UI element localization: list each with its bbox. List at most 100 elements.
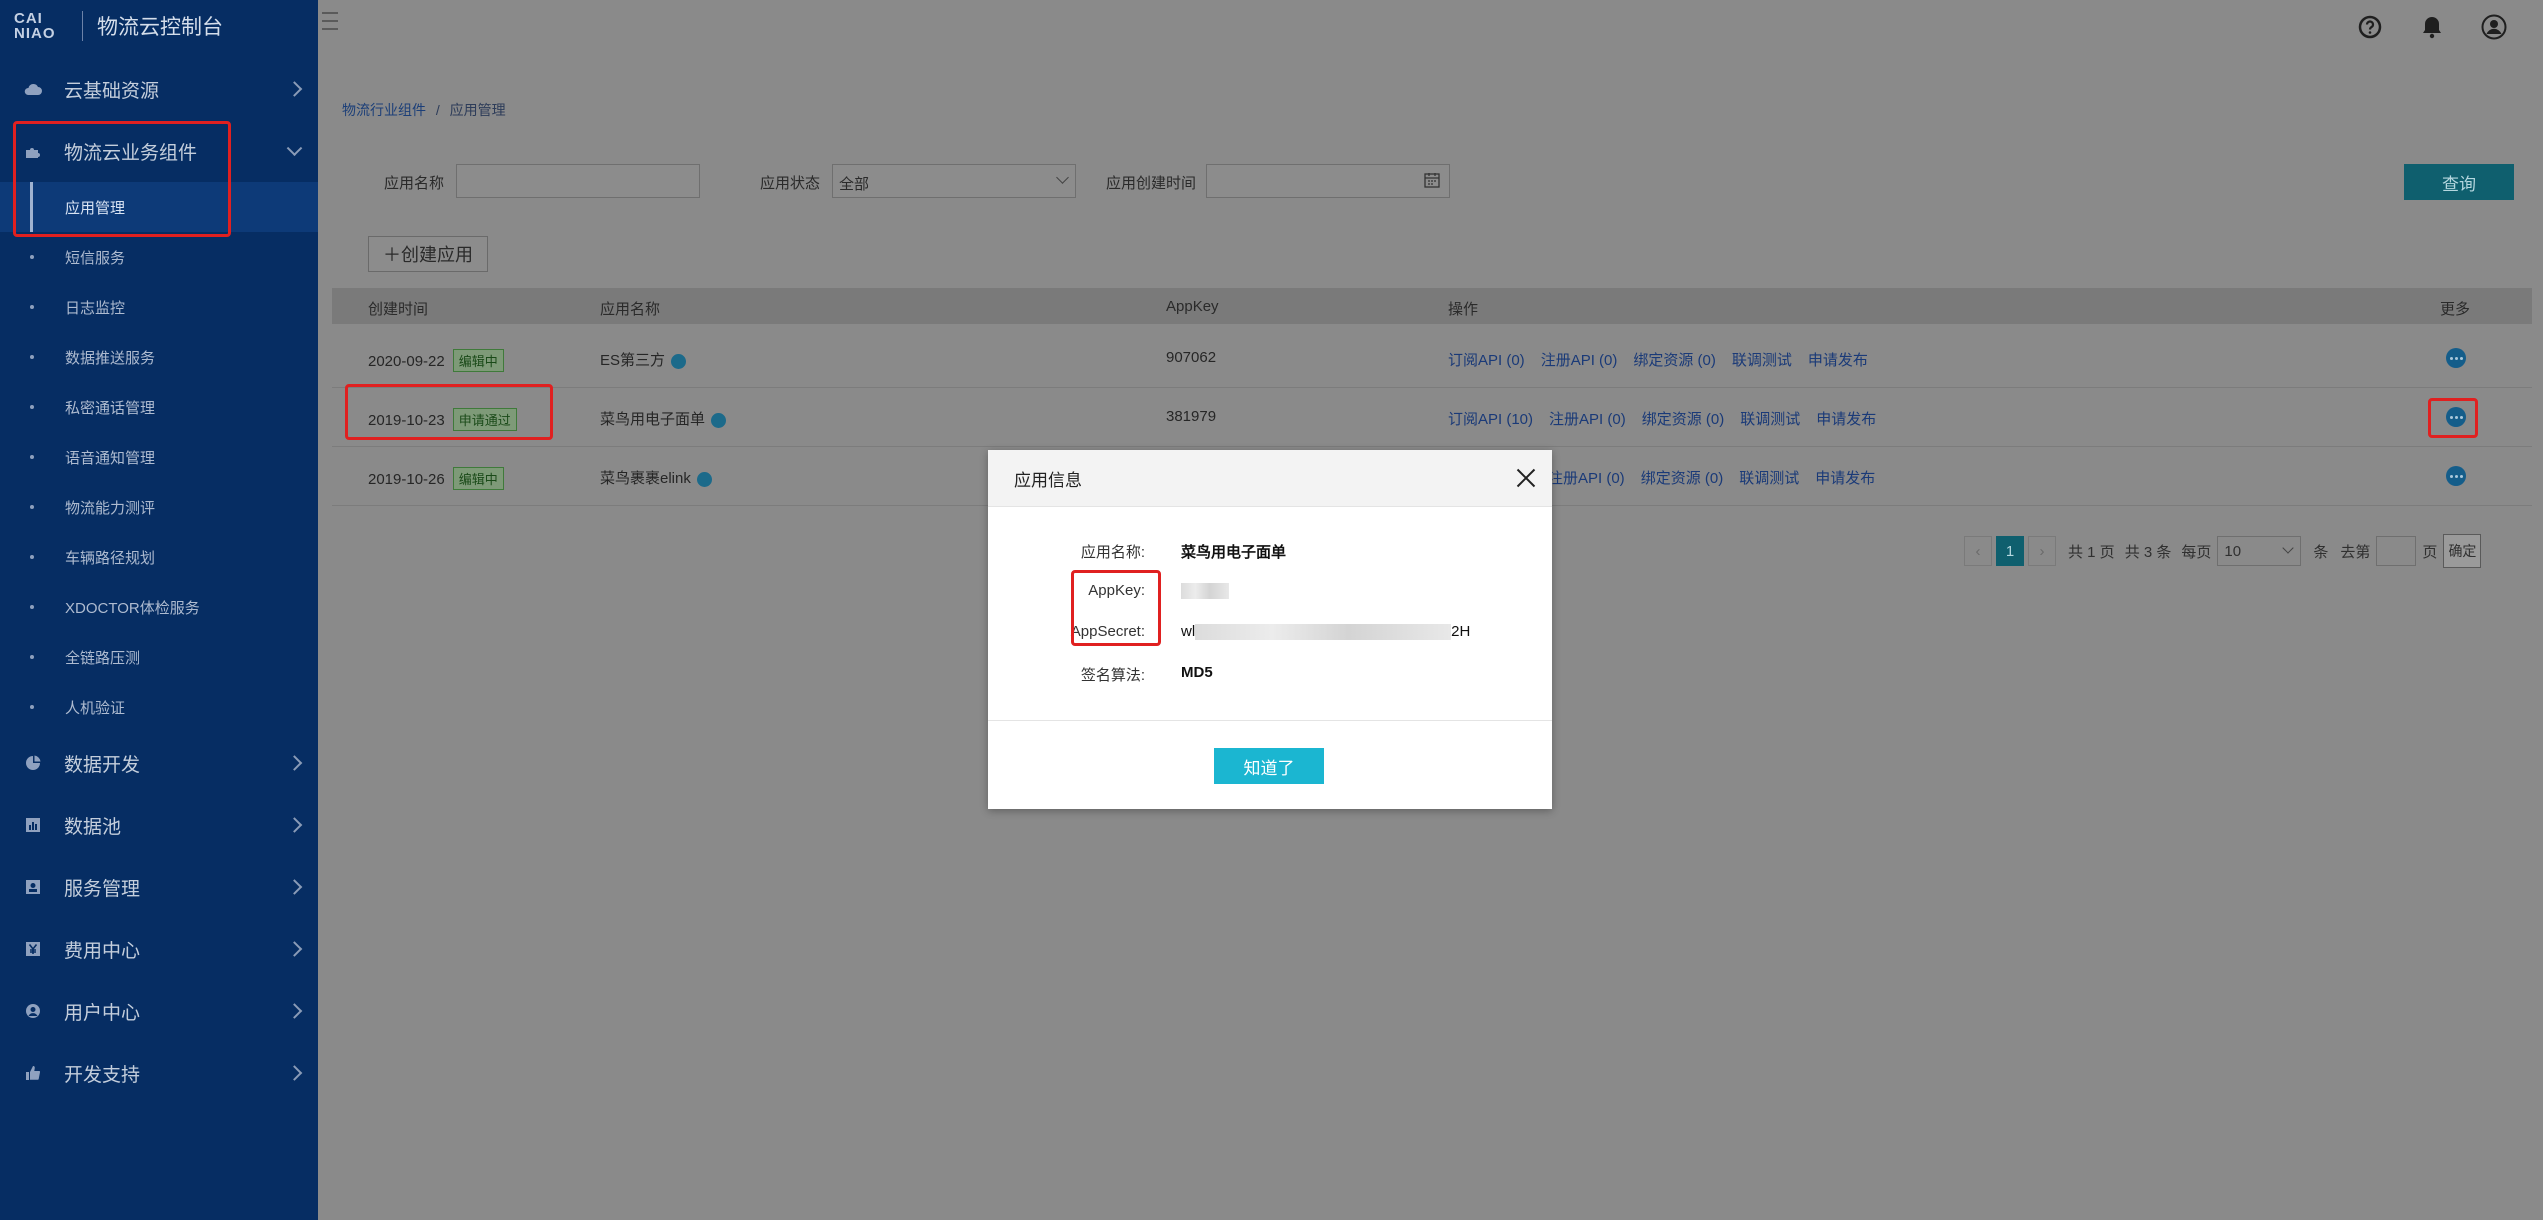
query-button[interactable]: 查询 bbox=[2404, 164, 2514, 200]
goto-confirm-button[interactable]: 确定 bbox=[2443, 534, 2482, 568]
app-name[interactable]: 菜鸟用电子面单 bbox=[600, 408, 727, 429]
app-name-input[interactable] bbox=[456, 164, 700, 198]
bind-resource-link[interactable]: 绑定资源 (0) bbox=[1633, 352, 1716, 369]
prev-page-button[interactable]: ‹ bbox=[1964, 536, 1992, 566]
sidebar-group-billing[interactable]: 费用中心 bbox=[0, 918, 318, 980]
sidebar-group-label: 开发支持 bbox=[64, 1064, 141, 1086]
subscribe-api-link[interactable]: 订阅API (0) bbox=[1448, 352, 1525, 369]
dialog-title: 应用信息 bbox=[1014, 470, 1082, 490]
sidebar-item-label: 数据推送服务 bbox=[65, 349, 156, 367]
sidebar-group-data-pool[interactable]: 数据池 bbox=[0, 794, 318, 856]
register-api-link[interactable]: 注册API (0) bbox=[1541, 352, 1618, 369]
next-page-button[interactable]: › bbox=[2028, 536, 2056, 566]
redacted-value: wl 2H bbox=[1181, 623, 1471, 641]
sidebar-item-label: 物流能力测评 bbox=[65, 499, 156, 517]
more-options-icon[interactable] bbox=[2446, 466, 2466, 486]
per-page-unit: 条 bbox=[2313, 543, 2329, 561]
app-status-label: 应用状态 bbox=[760, 175, 821, 192]
goto-label: 去第 bbox=[2340, 543, 2371, 561]
chevron-right-icon bbox=[286, 817, 303, 833]
got-it-button[interactable]: 知道了 bbox=[1214, 748, 1324, 784]
register-api-link[interactable]: 注册API (0) bbox=[1549, 411, 1626, 428]
sidebar-group-service-mgmt[interactable]: 服务管理 bbox=[0, 856, 318, 918]
sidebar-item-vehicle-route[interactable]: 车辆路径规划 bbox=[0, 532, 318, 582]
created-date-text: 2020-09-22 bbox=[368, 353, 445, 370]
app-name[interactable]: 菜鸟裹裹elink bbox=[600, 467, 712, 488]
created-time-input[interactable] bbox=[1206, 164, 1450, 198]
bind-resource-link[interactable]: 绑定资源 (0) bbox=[1641, 470, 1724, 487]
row-actions: 订阅API (0) 注册API (0) 绑定资源 (0) 联调测试 申请发布 bbox=[1448, 349, 1884, 370]
debug-test-link[interactable]: 联调测试 bbox=[1740, 411, 1800, 428]
sidebar-item-captcha[interactable]: 人机验证 bbox=[0, 682, 318, 732]
chevron-right-icon bbox=[286, 755, 303, 771]
chevron-right-icon bbox=[286, 941, 303, 957]
table-row: 2019-10-23 申请通过 菜鸟用电子面单 381979 订阅API (10)… bbox=[332, 388, 2532, 447]
close-icon[interactable] bbox=[1516, 468, 1536, 488]
total-items-text: 共 3 条 bbox=[2124, 543, 2172, 561]
sidebar-group-dev-support[interactable]: 开发支持 bbox=[0, 1042, 318, 1104]
sidebar-item-voice-notify[interactable]: 语音通知管理 bbox=[0, 432, 318, 482]
chevron-right-icon bbox=[286, 81, 303, 97]
apply-publish-link[interactable]: 申请发布 bbox=[1816, 411, 1876, 428]
app-name-text: 菜鸟用电子面单 bbox=[600, 411, 706, 428]
field-label: 应用名称: bbox=[1080, 544, 1145, 561]
goto-page-input[interactable] bbox=[2376, 536, 2417, 566]
breadcrumb-link[interactable]: 物流行业组件 bbox=[342, 102, 426, 118]
sidebar-item-label: 人机验证 bbox=[65, 699, 126, 717]
apply-publish-link[interactable]: 申请发布 bbox=[1815, 470, 1875, 487]
app-name-text: ES第三方 bbox=[600, 352, 666, 369]
apply-publish-link[interactable]: 申请发布 bbox=[1808, 352, 1868, 369]
sidebar-group-user-center[interactable]: 用户中心 bbox=[0, 980, 318, 1042]
create-app-button[interactable]: ＋创建应用 bbox=[368, 236, 488, 272]
column-header-created: 创建时间 bbox=[368, 301, 429, 318]
register-api-link[interactable]: 注册API (0) bbox=[1548, 470, 1625, 487]
more-options-icon[interactable] bbox=[2446, 348, 2466, 368]
bell-icon[interactable] bbox=[2417, 12, 2447, 42]
sidebar-item-xdoctor[interactable]: XDOCTOR体检服务 bbox=[0, 582, 318, 632]
help-icon[interactable] bbox=[2355, 12, 2385, 42]
sidebar-item-logistics-eval[interactable]: 物流能力测评 bbox=[0, 482, 318, 532]
subscribe-api-link[interactable]: 订阅API (10) bbox=[1448, 411, 1533, 428]
pagination: ‹ 1 › 共 1 页 共 3 条 每页 10 条 去第 页 确定 bbox=[1964, 534, 2482, 568]
sidebar-group-data-dev[interactable]: 数据开发 bbox=[0, 732, 318, 794]
sidebar-group-label: 用户中心 bbox=[64, 1002, 141, 1024]
secret-suffix: 2H bbox=[1451, 623, 1471, 640]
sidebar-group-label: 云基础资源 bbox=[64, 80, 160, 102]
breadcrumb: 物流行业组件 / 应用管理 bbox=[342, 100, 506, 120]
chevron-down-icon bbox=[1056, 171, 1069, 184]
sidebar-item-data-push[interactable]: 数据推送服务 bbox=[0, 332, 318, 382]
chevron-down-icon bbox=[286, 140, 303, 157]
per-page-label: 每页 bbox=[2181, 543, 2212, 561]
bind-resource-link[interactable]: 绑定资源 (0) bbox=[1642, 411, 1725, 428]
debug-test-link[interactable]: 联调测试 bbox=[1739, 470, 1799, 487]
pie-chart-icon bbox=[24, 755, 42, 771]
app-name-text: 菜鸟裹裹elink bbox=[600, 470, 691, 487]
app-name[interactable]: ES第三方 bbox=[600, 349, 687, 370]
created-time-label: 应用创建时间 bbox=[1106, 175, 1197, 192]
appkey: 907062 bbox=[1166, 349, 1217, 366]
cainiao-logo: CAI NIAO bbox=[14, 10, 56, 42]
sidebar-item-private-call[interactable]: 私密通话管理 bbox=[0, 382, 318, 432]
page-unit: 页 bbox=[2422, 543, 2438, 561]
field-value: MD5 bbox=[1181, 664, 1213, 681]
sidebar-item-log-monitor[interactable]: 日志监控 bbox=[0, 282, 318, 332]
avatar-icon[interactable] bbox=[2479, 12, 2509, 42]
sidebar-item-sms[interactable]: 短信服务 bbox=[0, 232, 318, 282]
sidebar-item-label: 语音通知管理 bbox=[65, 449, 156, 467]
info-icon bbox=[696, 471, 712, 487]
menu-toggle-icon[interactable] bbox=[322, 12, 338, 36]
debug-test-link[interactable]: 联调测试 bbox=[1732, 352, 1792, 369]
sidebar-group-cloud-resources[interactable]: 云基础资源 bbox=[0, 58, 318, 120]
per-page-select[interactable]: 10 bbox=[2217, 536, 2302, 566]
sidebar-item-stress-test[interactable]: 全链路压测 bbox=[0, 632, 318, 682]
annotation-box-keys bbox=[1071, 570, 1161, 646]
created-date-text: 2019-10-26 bbox=[368, 471, 445, 488]
sidebar-item-label: 私密通话管理 bbox=[65, 399, 156, 417]
app-status-select[interactable]: 全部 bbox=[832, 164, 1076, 198]
chevron-right-icon bbox=[286, 1065, 303, 1081]
sidebar-group-label: 数据开发 bbox=[64, 754, 141, 776]
page-number[interactable]: 1 bbox=[1996, 536, 2024, 566]
bar-chart-icon bbox=[24, 817, 42, 833]
calendar-icon[interactable] bbox=[1424, 172, 1440, 193]
brand[interactable]: CAI NIAO 物流云控制台 bbox=[0, 0, 318, 52]
